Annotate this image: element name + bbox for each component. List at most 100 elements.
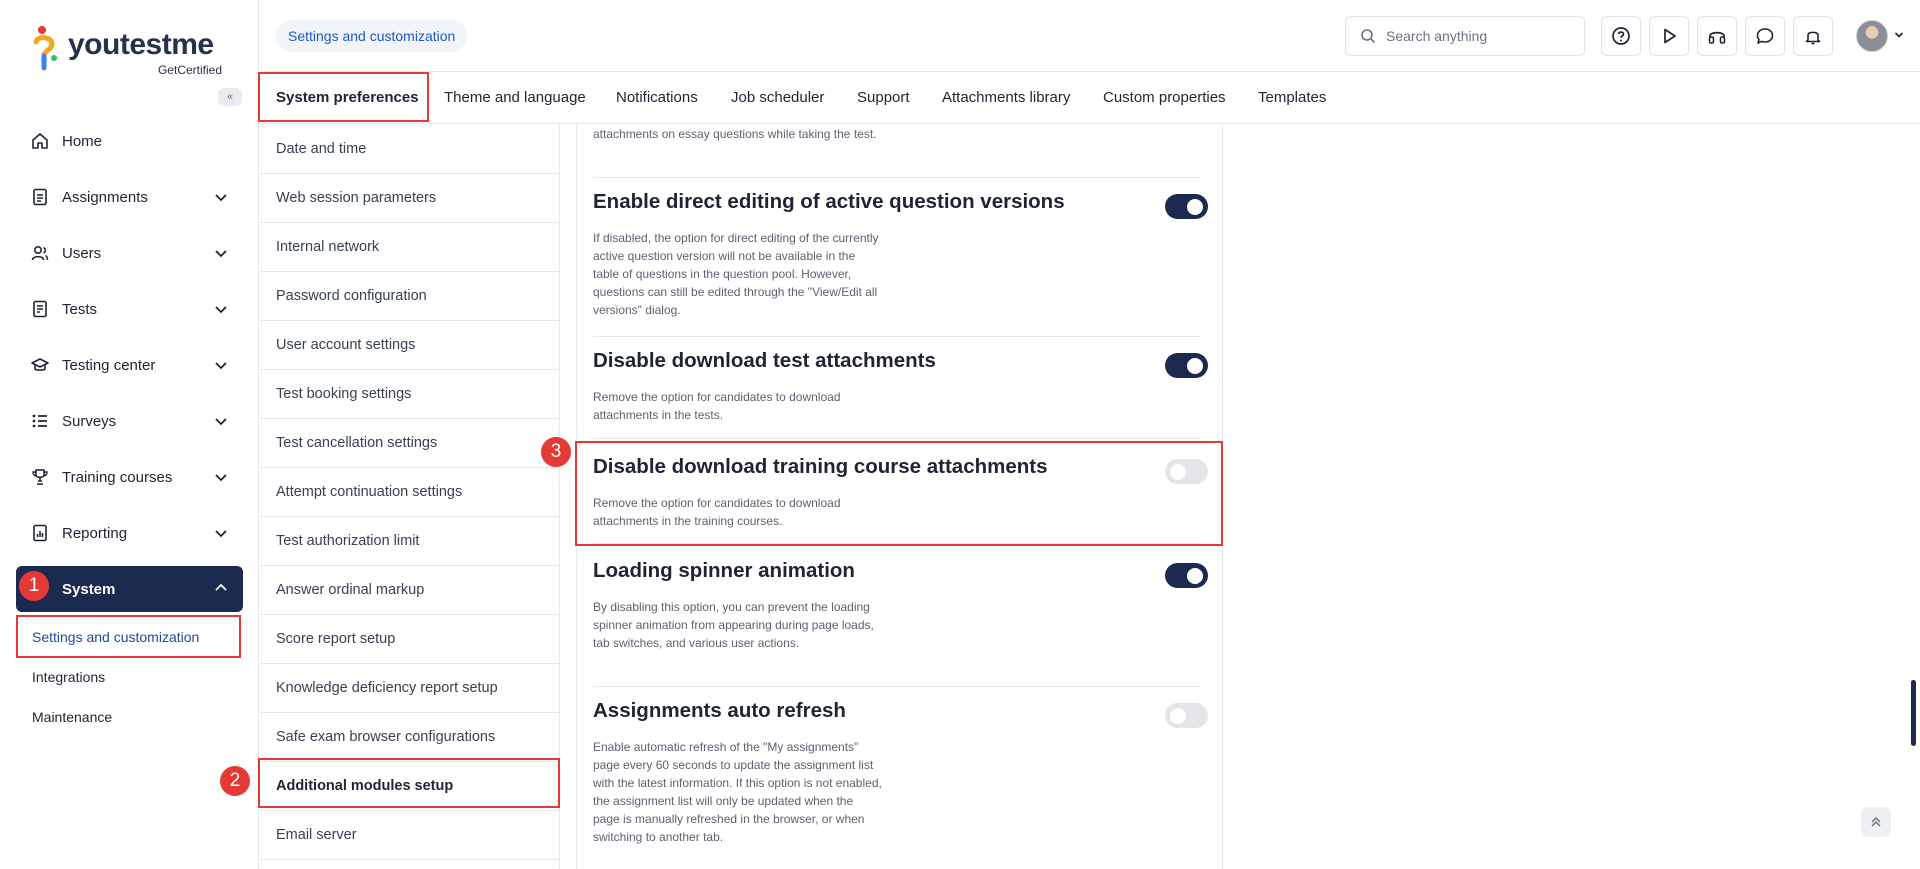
settings-item-web-session-parameters[interactable]: Web session parameters [260,174,560,223]
settings-item-knowledge-deficiency-report-setup[interactable]: Knowledge deficiency report setup [260,664,560,713]
brand-name: youtestme [68,28,214,61]
step-marker-1: 1 [19,571,49,601]
tab-theme-and-language[interactable]: Theme and language [444,89,586,106]
option-disable-download-training-course-attachments: Disable download training course attachm… [593,455,1217,545]
scroll-to-top-button[interactable] [1861,807,1891,837]
option-title: Enable direct editing of active question… [593,190,1065,213]
testing-center-icon [30,355,50,375]
chevron-down-icon [215,306,227,314]
search-icon [1361,29,1376,44]
toggle-assignments-auto-refresh[interactable] [1165,703,1208,728]
settings-item-attempt-continuation-settings[interactable]: Attempt continuation settings [260,468,560,517]
settings-item-additional-modules-setup[interactable]: Additional modules setup [260,762,560,811]
option-assignments-auto-refresh: Assignments auto refresh Enable automati… [593,699,1217,869]
reporting-icon [30,523,50,543]
sidebar-item-label: Assignments [62,188,148,206]
notifications-button[interactable] [1793,16,1833,56]
sidebar-item-surveys[interactable]: Surveys [16,399,243,443]
play-tutorial-button[interactable] [1649,16,1689,56]
settings-item-safe-exam-browser-configurations[interactable]: Safe exam browser configurations [260,713,560,762]
logo-icon [33,26,57,71]
option-description: If disabled, the option for direct editi… [593,231,879,317]
sidebar-subitem-settings-and-customization[interactable]: Settings and customization [32,629,199,645]
option-title: Assignments auto refresh [593,699,846,722]
sidebar-item-reporting[interactable]: Reporting [16,511,243,555]
settings-item-password-configuration[interactable]: Password configuration [260,272,560,321]
tab-custom-properties[interactable]: Custom properties [1103,89,1226,106]
settings-item-score-report-setup[interactable]: Score report setup [260,615,560,664]
headset-icon [1708,31,1726,44]
tab-attachments-library[interactable]: Attachments library [942,89,1070,106]
sidebar-item-label: Home [62,132,103,150]
divider [593,686,1201,687]
settings-item-internal-network[interactable]: Internal network [260,223,560,272]
tab-notifications[interactable]: Notifications [616,89,698,106]
option-description: Remove the option for candidates to down… [593,390,841,422]
sidebar-item-home[interactable]: Home [16,119,243,163]
tab-templates[interactable]: Templates [1258,89,1326,106]
assignments-icon [30,187,50,207]
collapse-sidebar-button[interactable]: « [218,88,242,106]
option-description: Remove the option for candidates to down… [593,496,841,528]
tab-system-preferences[interactable]: System preferences [276,89,419,106]
settings-item-test-booking-settings[interactable]: Test booking settings [260,370,560,419]
chat-icon [1756,28,1774,44]
sidebar-item-label: Users [62,244,102,262]
sidebar: youtestme GetCertified « Home Assignment… [0,0,259,869]
play-icon [1664,28,1676,44]
settings-item-email-server[interactable]: Email server [260,811,560,860]
app-root: youtestme GetCertified « Home Assignment… [0,0,1920,869]
user-avatar[interactable] [1856,20,1888,52]
page-scrollbar[interactable] [1911,680,1916,746]
search-input[interactable]: Search anything [1345,16,1585,56]
bell-icon [1805,31,1821,45]
sidebar-item-training-courses[interactable]: Training courses [16,455,243,499]
help-button[interactable] [1601,16,1641,56]
sidebar-subitem-maintenance[interactable]: Maintenance [32,709,112,725]
sidebar-item-label: Reporting [62,524,128,542]
chevron-down-icon [215,194,227,202]
chevron-down-icon [215,530,227,538]
divider [593,543,1201,544]
option-loading-spinner-animation: Loading spinner animation By disabling t… [593,559,1217,689]
options-panel: attachments on essay questions while tak… [576,125,1223,869]
breadcrumb[interactable]: Settings and customization [276,20,468,52]
option-title: Disable download test attachments [593,349,936,372]
sidebar-item-label: Training courses [62,468,173,486]
sidebar-subitem-integrations[interactable]: Integrations [32,669,105,685]
double-chevron-up-icon [1871,816,1881,827]
toggle-disable-download-training-course-attachments[interactable] [1165,459,1208,484]
option-description: Enable automatic refresh of the "My assi… [593,740,882,844]
toggle-disable-download-test-attachments[interactable] [1165,353,1208,378]
option-title: Disable download training course attachm… [593,455,1048,478]
sidebar-item-users[interactable]: Users [16,231,243,275]
sidebar-item-testing-center[interactable]: Testing center [16,343,243,387]
settings-item-user-account-settings[interactable]: User account settings [260,321,560,370]
settings-item-test-cancellation-settings[interactable]: Test cancellation settings [260,419,560,468]
settings-item-test-authorization-limit[interactable]: Test authorization limit [260,517,560,566]
help-icon [1612,27,1630,45]
option-disable-download-test-attachments: Disable download test attachments Remove… [593,349,1217,439]
toggle-loading-spinner-animation[interactable] [1165,563,1208,588]
settings-item-answer-ordinal-markup[interactable]: Answer ordinal markup [260,566,560,615]
toggle-enable-direct-editing[interactable] [1165,194,1208,219]
option-enable-direct-editing: Enable direct editing of active question… [593,190,1217,340]
chevron-down-icon [215,250,227,258]
top-header: Settings and customization Search anythi… [260,0,1920,72]
settings-category-list: Date and time Web session parameters Int… [260,125,560,869]
sidebar-item-system[interactable]: System [16,566,243,612]
tab-job-scheduler[interactable]: Job scheduler [731,89,824,106]
sidebar-item-assignments[interactable]: Assignments [16,175,243,219]
chevron-down-icon [215,362,227,370]
brand-logo[interactable]: youtestme GetCertified [32,22,232,78]
search-placeholder: Search anything [1386,28,1488,44]
support-button[interactable] [1697,16,1737,56]
divider [593,438,1201,439]
tab-support[interactable]: Support [857,89,910,106]
settings-item-date-and-time[interactable]: Date and time [260,125,560,174]
sidebar-item-tests[interactable]: Tests [16,287,243,331]
brand-tagline: GetCertified [157,63,222,77]
chevron-down-icon[interactable] [1894,30,1904,40]
surveys-icon [30,411,50,431]
chat-button[interactable] [1745,16,1785,56]
